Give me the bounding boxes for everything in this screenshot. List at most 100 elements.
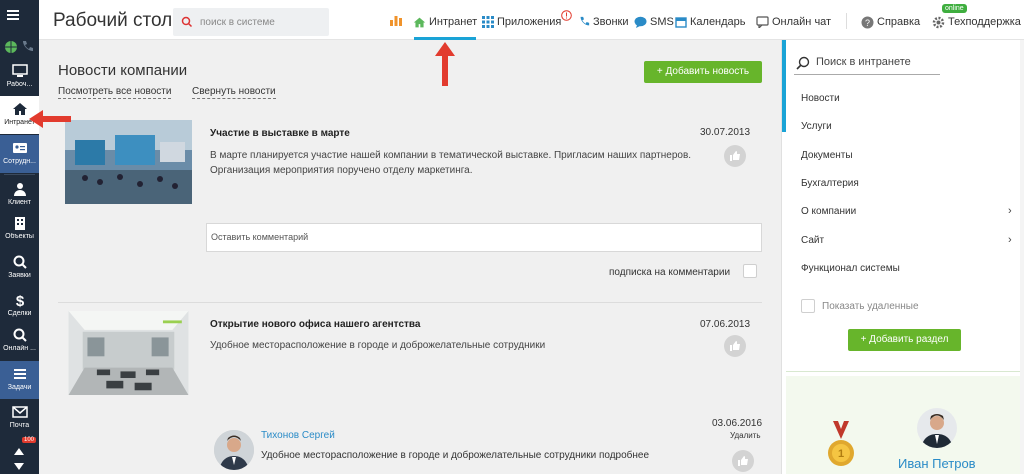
nav-label: Интранет (429, 16, 478, 28)
chat-bubble-icon (634, 16, 647, 28)
monitor-icon (11, 64, 28, 77)
nav-help[interactable]: ? Справка (861, 12, 920, 32)
news-date: 30.07.2013 (700, 127, 751, 138)
employee-name-link[interactable]: Иван Петров (898, 456, 976, 471)
news-title[interactable]: Участие в выставке в марте (210, 128, 350, 139)
rail-item-desktop[interactable]: Рабоч... (0, 58, 39, 96)
rail-item-requests[interactable]: Заявки (0, 249, 39, 287)
sidebar-item-news[interactable]: Новости (801, 93, 840, 104)
rail-label: Объекты (5, 233, 34, 240)
phone-icon (580, 16, 590, 26)
sidebar-item-about[interactable]: О компании (801, 206, 856, 217)
rail-label: Сотрудн... (3, 158, 36, 165)
mail-count-badge: 100 (22, 437, 37, 443)
sidebar-item-site[interactable]: Сайт (801, 235, 824, 246)
nav-online-chat[interactable]: Онлайн чат (756, 12, 831, 32)
news-text-line: В марте планируется участие нашей компан… (210, 150, 692, 161)
comment-input[interactable]: Оставить комментарий (206, 223, 762, 252)
nav-support[interactable]: Техподдержка (932, 12, 1021, 32)
main-content: Новости компании Посмотреть все новости … (39, 40, 781, 474)
sidebar-scrollbar[interactable] (1020, 40, 1024, 474)
rail-item-deals[interactable]: $ Сделки (0, 287, 39, 325)
scroll-up-arrow[interactable] (14, 448, 24, 455)
rail-item-tasks[interactable]: Задачи (0, 361, 39, 399)
thumbs-up-icon (730, 341, 740, 351)
nav-label: Техподдержка (948, 16, 1021, 28)
rail-item-objects[interactable]: Объекты (0, 210, 39, 248)
refresh-search-icon (13, 328, 27, 342)
news-divider (58, 302, 762, 303)
home-icon (413, 17, 426, 27)
user-icon (13, 183, 26, 196)
add-section-button[interactable]: + Добавить раздел (848, 329, 961, 351)
comment-author-link[interactable]: Тихонов Сергей (261, 430, 335, 441)
news-title[interactable]: Открытие нового офиса нашего агентства (210, 319, 420, 330)
rail-label: Почта (9, 422, 30, 429)
sidebar-divider (786, 371, 1024, 372)
news-image-office[interactable] (65, 311, 192, 395)
intranet-search-input[interactable]: Поиск в интранете (794, 53, 940, 75)
like-button[interactable] (724, 335, 746, 357)
medal-icon: 1 (828, 421, 854, 466)
right-sidebar: Поиск в интранете Новости Услуги Докумен… (781, 40, 1024, 474)
home-icon (12, 103, 27, 115)
nav-label: Календарь (690, 16, 746, 28)
delete-comment-link[interactable]: Удалить (730, 431, 761, 440)
chevron-right-icon: › (1008, 205, 1012, 217)
news-date: 07.06.2013 (700, 319, 751, 330)
globe-icon[interactable] (4, 40, 18, 54)
rail-item-online[interactable]: Онлайн ... (0, 322, 39, 360)
rail-item-client[interactable]: Клиент (0, 176, 39, 214)
phone-icon[interactable] (21, 40, 33, 54)
building-icon (14, 217, 25, 230)
rail-separator (4, 174, 35, 175)
alert-icon (561, 10, 572, 21)
show-deleted-checkbox[interactable] (801, 299, 815, 313)
annotation-arrow-up (435, 42, 455, 86)
sidebar-item-services[interactable]: Услуги (801, 121, 832, 132)
rail-item-mail[interactable]: Почта (0, 399, 39, 437)
sidebar-item-features[interactable]: Функционал системы (801, 263, 900, 274)
subscribe-checkbox[interactable] (743, 264, 757, 278)
nav-label: Звонки (593, 16, 629, 28)
rail-item-employees[interactable]: Сотрудн... (0, 135, 39, 173)
nav-sms[interactable]: SMS (634, 12, 674, 32)
nav-label: Приложения (497, 16, 562, 28)
subscribe-label: подписка на комментарии (609, 267, 731, 278)
nav-apps[interactable]: Приложения (482, 12, 561, 32)
header-divider (846, 13, 847, 29)
grid-icon (482, 16, 494, 28)
global-search-input[interactable]: поиск в системе (173, 8, 329, 36)
rail-label: Заявки (8, 272, 31, 279)
comment-text: Удобное месторасположение в городе и доб… (261, 450, 650, 461)
dollar-icon: $ (15, 293, 24, 308)
sidebar-item-documents[interactable]: Документы (801, 150, 853, 161)
section-title: Новости компании (58, 62, 188, 79)
scroll-down-arrow[interactable] (14, 463, 24, 470)
envelope-icon (11, 406, 28, 418)
bar-chart-icon[interactable] (389, 13, 403, 27)
top-header: Рабочий стол поиск в системе Интранет Пр… (39, 0, 1024, 40)
comment-placeholder: Оставить комментарий (211, 232, 309, 242)
sidebar-item-accounting[interactable]: Бухгалтерия (801, 178, 859, 189)
id-card-icon (12, 143, 27, 153)
rail-label: Сделки (7, 310, 32, 317)
rail-label: Рабоч... (6, 81, 33, 88)
nav-calendar[interactable]: Календарь (675, 12, 746, 32)
nav-label: SMS (650, 16, 674, 28)
add-news-button[interactable]: + Добавить новость (644, 61, 762, 83)
nav-calls[interactable]: Звонки (578, 12, 629, 32)
calendar-icon (675, 17, 687, 28)
nav-label: Онлайн чат (772, 16, 832, 28)
svg-text:?: ? (865, 18, 870, 28)
collapse-news-link[interactable]: Свернуть новости (192, 86, 276, 99)
avatar[interactable] (214, 430, 254, 470)
gear-icon (932, 16, 945, 28)
menu-icon[interactable] (6, 8, 20, 22)
like-button[interactable] (732, 450, 754, 472)
news-image-exhibition[interactable] (65, 120, 192, 204)
nav-intranet[interactable]: Интранет (413, 12, 477, 32)
view-all-news-link[interactable]: Посмотреть все новости (58, 86, 172, 99)
employee-avatar[interactable] (917, 408, 957, 448)
like-button[interactable] (724, 145, 746, 167)
